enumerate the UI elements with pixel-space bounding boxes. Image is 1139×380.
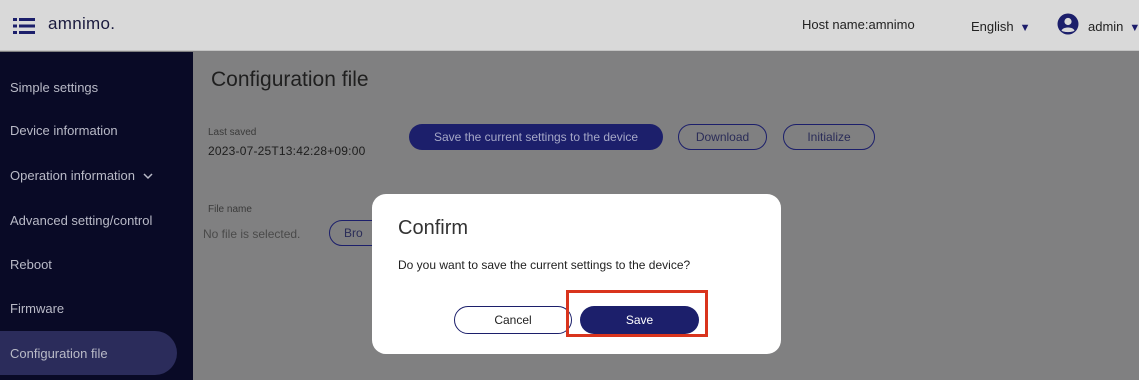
last-saved-value: 2023-07-25T13:42:28+09:00 (208, 144, 366, 158)
sidebar-item-firmware[interactable]: Firmware (0, 286, 193, 330)
chevron-down-icon: ▼ (1019, 22, 1031, 34)
sidebar-item-advanced-setting[interactable]: Advanced setting/control (0, 198, 193, 242)
app-logo: amnimo. (48, 14, 116, 33)
save-to-device-button[interactable]: Save the current settings to the device (409, 124, 663, 150)
chevron-down-icon: ▼ (1129, 22, 1139, 34)
sidebar-item-label: Configuration file (10, 345, 108, 361)
initialize-button[interactable]: Initialize (783, 124, 875, 150)
sidebar-item-label: Device information (10, 122, 118, 138)
user-menu[interactable]: admin ▼ (1088, 19, 1139, 34)
dialog-message: Do you want to save the current settings… (398, 258, 691, 272)
file-status-text: No file is selected. (203, 227, 301, 241)
sidebar-item-label: Firmware (10, 300, 65, 316)
sidebar-item-device-information[interactable]: Device information (0, 108, 193, 152)
language-selector[interactable]: English ▼ (971, 19, 1031, 34)
language-label: English (971, 19, 1014, 34)
sidebar-item-operation-information[interactable]: Operation information (0, 153, 193, 197)
hamburger-menu-icon[interactable] (13, 17, 35, 35)
page-title: Configuration file (211, 68, 369, 91)
sidebar-item-configuration-file[interactable]: Configuration file (0, 331, 177, 375)
user-name-label: admin (1088, 19, 1124, 34)
sidebar-item-label: Advanced setting/control (10, 212, 153, 228)
sidebar-item-simple-settings[interactable]: Simple settings (0, 65, 193, 109)
sidebar-item-reboot[interactable]: Reboot (0, 242, 193, 286)
chevron-down-icon (143, 168, 153, 183)
dialog-title: Confirm (398, 217, 469, 239)
sidebar-item-label: Operation information (10, 167, 136, 183)
file-name-label: File name (208, 204, 252, 215)
sidebar-item-label: Reboot (10, 256, 52, 272)
last-saved-label: Last saved (208, 127, 257, 138)
highlight-frame (566, 290, 708, 337)
sidebar-nav: Simple settings Device information Opera… (0, 52, 193, 380)
host-name-text: Host name:amnimo (802, 17, 915, 32)
user-account-icon[interactable] (1057, 13, 1079, 35)
top-header: amnimo. Host name:amnimo English ▼ admin ▼ (0, 0, 1139, 51)
sidebar-item-label: Simple settings (10, 79, 99, 95)
cancel-button[interactable]: Cancel (454, 306, 572, 334)
download-button[interactable]: Download (678, 124, 767, 150)
